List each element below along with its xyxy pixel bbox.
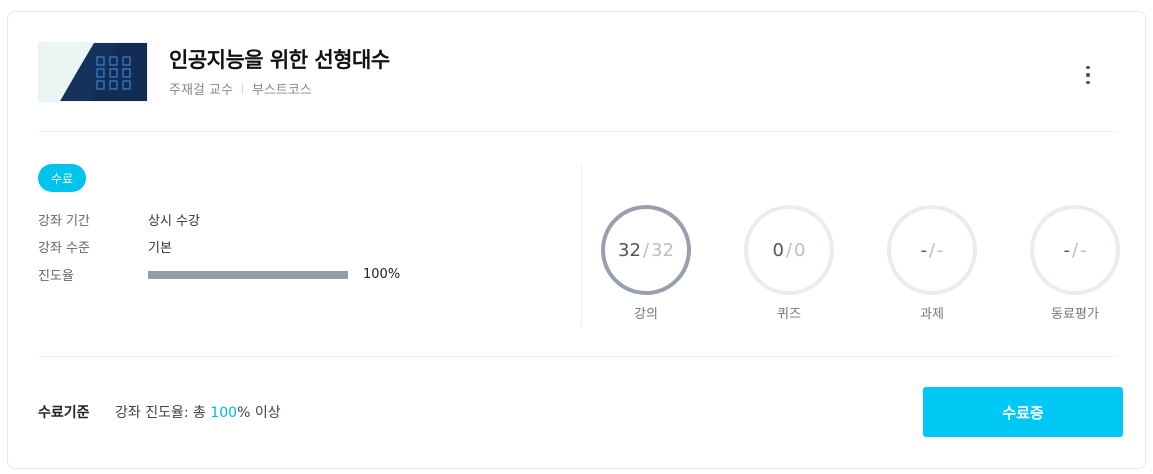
info-row-level: 강좌 수준 기본 bbox=[38, 237, 172, 256]
info-value: 상시 수강 bbox=[148, 214, 200, 229]
stat-label: 강의 bbox=[634, 307, 658, 322]
criteria-prefix: 강좌 진도율: 총 bbox=[115, 405, 211, 421]
stat-label: 퀴즈 bbox=[777, 307, 801, 322]
divider bbox=[38, 131, 1117, 132]
certificate-button[interactable]: 수료증 bbox=[923, 387, 1123, 437]
progress-value: 100% bbox=[363, 267, 401, 282]
provider-name: 부스트코스 bbox=[251, 83, 312, 98]
status-badge: 수료 bbox=[38, 164, 86, 192]
criteria-text: 강좌 진도율: 총 100% 이상 bbox=[115, 402, 281, 422]
stat-total: - bbox=[1080, 239, 1087, 261]
course-thumbnail[interactable] bbox=[38, 42, 148, 102]
stat-circle: - / - bbox=[887, 205, 977, 295]
stat-peer-review[interactable]: - / - 동료평가 bbox=[1029, 205, 1121, 322]
progress-label: 진도율 bbox=[38, 269, 74, 284]
stat-total: 0 bbox=[794, 239, 806, 261]
stat-label: 동료평가 bbox=[1051, 307, 1099, 322]
stat-circle: - / - bbox=[1030, 205, 1120, 295]
stat-assignments[interactable]: - / - 과제 bbox=[886, 205, 978, 322]
course-title[interactable]: 인공지능을 위한 선형대수 bbox=[169, 44, 390, 74]
progress-bar-fill bbox=[148, 270, 348, 279]
binary-grid-icon bbox=[39, 43, 147, 101]
vertical-divider bbox=[581, 164, 582, 327]
criteria-suffix: % 이상 bbox=[237, 405, 281, 421]
info-row-period: 강좌 기간 상시 수강 bbox=[38, 210, 200, 229]
instructor-name: 주재걸 교수 bbox=[169, 83, 233, 98]
stat-total: - bbox=[937, 239, 944, 261]
progress-bar bbox=[148, 270, 348, 279]
info-label: 강좌 수준 bbox=[38, 241, 90, 256]
stat-circle: 0/0 bbox=[744, 205, 834, 295]
course-card: 인공지능을 위한 선형대수 주재걸 교수 부스트코스 수료 강좌 기간 상시 수… bbox=[7, 11, 1146, 469]
stat-done: - bbox=[1063, 239, 1070, 261]
meta-separator bbox=[241, 83, 243, 94]
stat-label: 과제 bbox=[920, 307, 944, 322]
stat-circle: 32/32 bbox=[601, 205, 691, 295]
stat-done: 0 bbox=[772, 239, 784, 261]
info-label: 강좌 기간 bbox=[38, 214, 90, 229]
criteria-label: 수료기준 bbox=[38, 405, 90, 421]
stat-lectures[interactable]: 32/32 강의 bbox=[600, 205, 692, 322]
divider bbox=[38, 356, 1117, 357]
info-row-progress: 진도율 100% bbox=[38, 265, 400, 284]
stat-total: 32 bbox=[651, 239, 674, 261]
stat-done: - bbox=[920, 239, 927, 261]
more-options-icon[interactable] bbox=[1076, 60, 1100, 90]
stat-quizzes[interactable]: 0/0 퀴즈 bbox=[743, 205, 835, 322]
criteria-value: 100 bbox=[210, 405, 238, 421]
stat-done: 32 bbox=[618, 239, 641, 261]
course-meta: 주재걸 교수 부스트코스 bbox=[169, 79, 312, 98]
info-value: 기본 bbox=[148, 241, 172, 256]
